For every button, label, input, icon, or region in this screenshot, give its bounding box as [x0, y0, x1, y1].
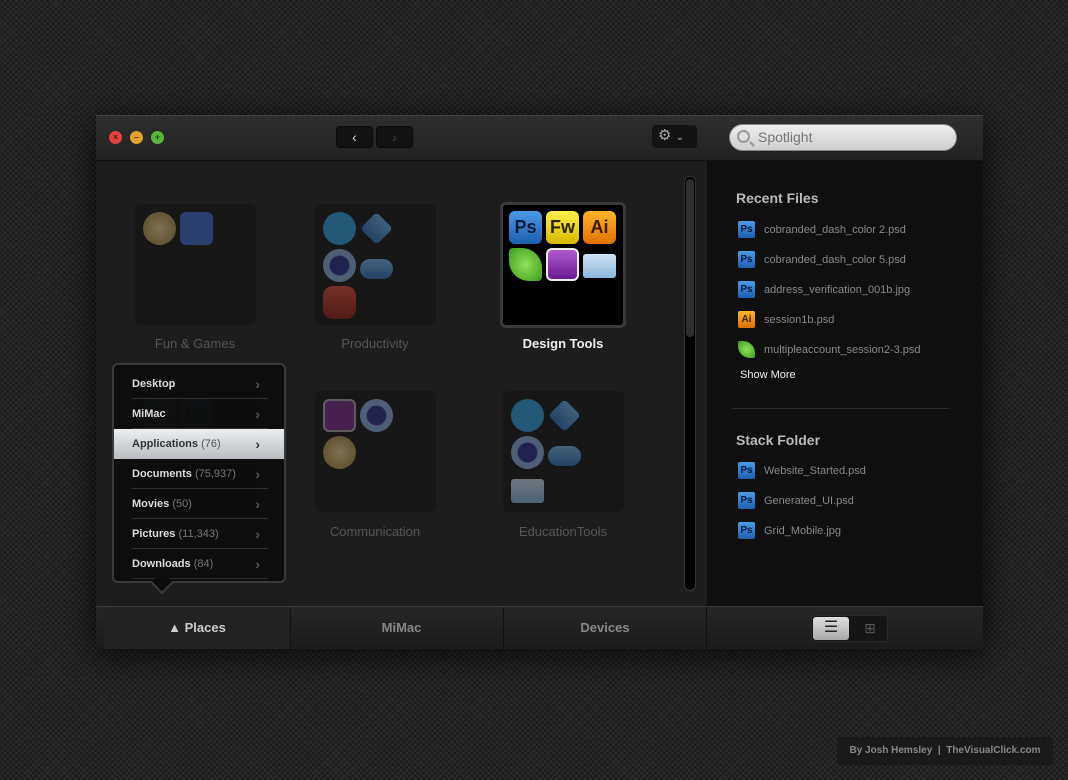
- search-icon: [737, 130, 750, 143]
- chevron-down-icon: ⌄: [675, 132, 685, 143]
- file-item[interactable]: multipleaccount_session2-3.psd: [738, 341, 921, 358]
- tab-devices[interactable]: Devices: [504, 607, 707, 649]
- minimize-button[interactable]: –: [130, 131, 143, 144]
- bottom-bar: ▲ Places MiMac Devices ☰ ⊞: [96, 606, 983, 649]
- firecan-icon: [323, 286, 356, 319]
- search-input[interactable]: Spotlight: [729, 124, 957, 151]
- places-menu-item[interactable]: MiMac ›: [132, 399, 268, 429]
- cloud-icon: [548, 446, 581, 466]
- places-menu-item[interactable]: Pictures (11,343) ›: [132, 519, 268, 549]
- skype-icon: [323, 212, 356, 245]
- chevron-right-icon: ›: [255, 496, 260, 512]
- folder-label: Communication: [329, 524, 421, 539]
- scrollbar-thumb[interactable]: [686, 179, 694, 337]
- file-item[interactable]: Ps address_verification_001b.jpg: [738, 281, 910, 298]
- file-item[interactable]: Ps cobranded_dash_color 2.psd: [738, 221, 906, 238]
- file-item[interactable]: Ai session1b.psd: [738, 311, 834, 328]
- dropbox-icon: [360, 212, 393, 245]
- drop-icon: [323, 249, 356, 282]
- folder-icon: [511, 479, 544, 503]
- cloud-icon: [360, 259, 393, 279]
- app-icon: [180, 212, 213, 245]
- view-switcher: ☰ ⊞: [811, 615, 888, 642]
- stack-folder-heading: Stack Folder: [736, 432, 821, 448]
- ps-file-icon: Ps: [738, 492, 755, 509]
- recent-files-heading: Recent Files: [736, 190, 819, 206]
- file-item[interactable]: Ps Generated_UI.psd: [738, 492, 854, 509]
- folder-stack[interactable]: [315, 391, 436, 512]
- sidebar-recent: Recent Files Ps cobranded_dash_color 2.ps…: [707, 161, 983, 606]
- ai-file-icon: Ai: [738, 311, 755, 328]
- gear-icon: ⚙: [658, 127, 672, 144]
- places-popup-menu: Desktop › MiMac › Applications (76) › Docume…: [112, 363, 286, 595]
- file-item[interactable]: Ps cobranded_dash_color 5.psd: [738, 251, 906, 268]
- chevron-right-icon: ›: [255, 376, 260, 392]
- drop-icon: [360, 399, 393, 432]
- chevron-right-icon: ›: [255, 466, 260, 482]
- folder-label: Fun & Games: [154, 336, 236, 351]
- zoom-button[interactable]: +: [151, 131, 164, 144]
- chevron-right-icon: ›: [255, 526, 260, 542]
- places-menu-item[interactable]: Documents (75,937) ›: [132, 459, 268, 489]
- ball-icon: [323, 436, 356, 469]
- folder-stack[interactable]: Ps Fw Ai: [500, 202, 626, 328]
- back-button[interactable]: ‹: [336, 126, 373, 148]
- tab-places[interactable]: ▲ Places: [104, 607, 291, 649]
- close-button[interactable]: ×: [109, 131, 122, 144]
- ps-file-icon: Ps: [738, 281, 755, 298]
- dashcode-icon: [546, 248, 579, 281]
- tab-mimac[interactable]: MiMac: [300, 607, 504, 649]
- folder-stack[interactable]: [135, 204, 256, 325]
- ps-file-icon: Ps: [738, 522, 755, 539]
- ps-file-icon: Ps: [738, 462, 755, 479]
- ball-icon: [143, 212, 176, 245]
- drop-icon: [511, 436, 544, 469]
- list-icon: ☰: [823, 619, 839, 636]
- chevron-right-icon: ›: [392, 129, 397, 145]
- places-menu-item[interactable]: Downloads (84) ›: [132, 549, 268, 579]
- list-view-button[interactable]: ☰: [813, 617, 849, 640]
- folder-stack[interactable]: [503, 391, 624, 512]
- credit-badge: By Josh Hemsley | TheVisualClick.com: [837, 737, 1053, 765]
- divider: [732, 408, 949, 409]
- action-menu-button[interactable]: ⚙ ⌄: [652, 125, 697, 148]
- ps-file-icon: Ps: [738, 251, 755, 268]
- places-menu-item[interactable]: Desktop ›: [132, 369, 268, 399]
- titlebar: × – + ‹ › ⚙ ⌄ Spotlight: [96, 116, 983, 161]
- ps-file-icon: Ps: [738, 221, 755, 238]
- grid-icon: ⊞: [864, 620, 876, 636]
- forward-button[interactable]: ›: [376, 126, 413, 148]
- fw-app-icon: Fw: [546, 211, 579, 244]
- folder-icon: [583, 254, 616, 278]
- folder-label: Design Tools: [522, 336, 604, 351]
- show-more-link[interactable]: Show More: [740, 369, 796, 381]
- triangle-up-icon: ▲: [168, 620, 182, 635]
- chevron-left-icon: ‹: [352, 129, 357, 145]
- coda-leaf-icon: [509, 248, 542, 281]
- ps-app-icon: Ps: [509, 211, 542, 244]
- places-menu-item[interactable]: Applications (76) ›: [114, 429, 284, 459]
- scrollbar[interactable]: [684, 176, 696, 591]
- grid-view-button[interactable]: ⊞: [852, 617, 888, 640]
- chevron-right-icon: ›: [255, 556, 260, 572]
- folder-stack[interactable]: [315, 204, 436, 325]
- leaf-file-icon: [738, 341, 755, 358]
- ai-app-icon: Ai: [583, 211, 616, 244]
- chevron-right-icon: ›: [255, 406, 260, 422]
- purple-app-icon: [323, 399, 356, 432]
- places-menu-item[interactable]: Movies (50) ›: [132, 489, 268, 519]
- file-item[interactable]: Ps Website_Started.psd: [738, 462, 866, 479]
- chevron-right-icon: ›: [255, 436, 260, 452]
- folder-label: Productivity: [341, 336, 409, 351]
- folder-label: EducationTools: [518, 524, 608, 539]
- file-item[interactable]: Ps Grid_Mobile.jpg: [738, 522, 841, 539]
- dropbox-icon: [548, 399, 581, 432]
- skype-icon: [511, 399, 544, 432]
